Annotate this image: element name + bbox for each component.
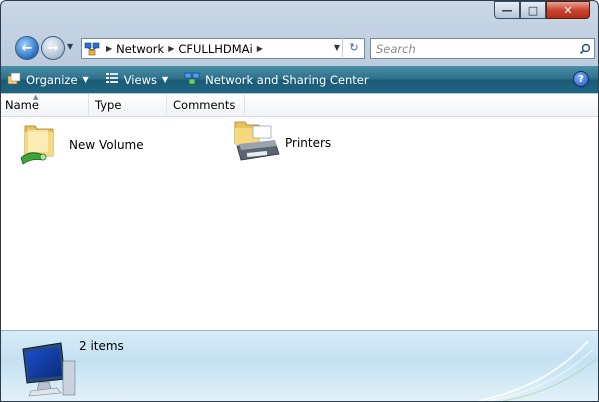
views-button[interactable]: Views ▼ — [105, 72, 168, 87]
organize-button[interactable]: Organize ▼ — [7, 72, 89, 88]
minimize-icon: — — [501, 3, 513, 17]
forward-button[interactable]: → — [41, 36, 65, 60]
search-box[interactable]: Search — [370, 38, 595, 59]
close-icon: ✕ — [563, 3, 573, 17]
search-icon[interactable] — [576, 43, 594, 55]
minimize-button[interactable]: — — [494, 1, 520, 19]
breadcrumb-separator-icon[interactable]: ▶ — [106, 44, 112, 53]
back-button[interactable]: ← — [15, 36, 39, 60]
shared-folder-icon — [19, 120, 65, 169]
organize-icon — [7, 72, 21, 88]
network-sharing-label: Network and Sharing Center — [205, 72, 369, 87]
column-header-name[interactable]: ▲ Name — [1, 93, 89, 116]
help-button[interactable]: ? — [573, 71, 589, 87]
command-toolbar: Organize ▼ Views ▼ Network and Sharing C… — [1, 66, 598, 93]
caption-buttons: — □ ✕ — [494, 1, 590, 19]
address-row: ← → ▼ ▶ Network ▶ CFULLHDMAi ▶ ▼ ↻ Searc… — [1, 36, 598, 62]
views-icon — [105, 72, 119, 87]
network-icon — [82, 42, 102, 56]
chevron-down-icon: ▼ — [161, 75, 169, 84]
refresh-button[interactable]: ↻ — [342, 38, 365, 57]
maximize-icon: □ — [527, 3, 539, 17]
chevron-down-icon: ▼ — [82, 75, 89, 84]
search-input[interactable]: Search — [371, 42, 576, 56]
list-item[interactable]: Printers — [231, 120, 331, 165]
address-bar[interactable]: ▶ Network ▶ CFULLHDMAi ▶ ▼ — [81, 38, 365, 59]
column-header-type[interactable]: Type — [89, 94, 167, 116]
column-header-comments[interactable]: Comments — [167, 94, 245, 116]
breadcrumb-separator-icon[interactable]: ▶ — [257, 44, 263, 53]
breadcrumb-network[interactable]: Network — [116, 42, 164, 56]
sort-ascending-icon: ▲ — [33, 93, 39, 101]
computer-icon — [17, 341, 77, 400]
details-pane: 2 items — [1, 330, 598, 401]
column-header-type-label: Type — [95, 98, 122, 112]
close-button[interactable]: ✕ — [546, 1, 590, 19]
address-dropdown-icon[interactable]: ▼ — [334, 43, 340, 52]
recent-pages-dropdown[interactable]: ▼ — [67, 42, 77, 54]
chevron-down-icon: ▼ — [67, 42, 74, 51]
network-sharing-icon — [184, 72, 200, 88]
decorative-swoosh — [477, 340, 597, 401]
explorer-window: — □ ✕ ← → ▼ ▶ Network ▶ CFULLHDMAi ▶ ▼ ↻… — [0, 0, 599, 402]
back-arrow-icon: ← — [21, 40, 33, 56]
list-item-label: New Volume — [69, 137, 144, 152]
item-list: New Volume Printers — [1, 118, 598, 328]
forward-arrow-icon: → — [47, 40, 59, 56]
column-header-comments-label: Comments — [173, 98, 236, 112]
breadcrumb-separator-icon[interactable]: ▶ — [168, 44, 174, 53]
views-label: Views — [123, 72, 157, 87]
list-item-label: Printers — [285, 135, 332, 150]
breadcrumb: ▶ Network ▶ CFULLHDMAi ▶ — [102, 42, 267, 56]
item-count: 2 items — [79, 339, 124, 353]
file-list-pane: ▲ Name Type Comments New Volume Printers — [1, 93, 598, 330]
column-headers: ▲ Name Type Comments — [1, 93, 598, 117]
network-sharing-center-button[interactable]: Network and Sharing Center — [184, 72, 369, 88]
help-icon: ? — [578, 73, 584, 85]
printers-folder-icon — [231, 120, 281, 165]
organize-label: Organize — [26, 72, 78, 87]
maximize-button[interactable]: □ — [520, 1, 546, 19]
list-item[interactable]: New Volume — [19, 120, 144, 169]
breadcrumb-computer[interactable]: CFULLHDMAi — [178, 42, 252, 56]
refresh-icon: ↻ — [349, 41, 359, 54]
